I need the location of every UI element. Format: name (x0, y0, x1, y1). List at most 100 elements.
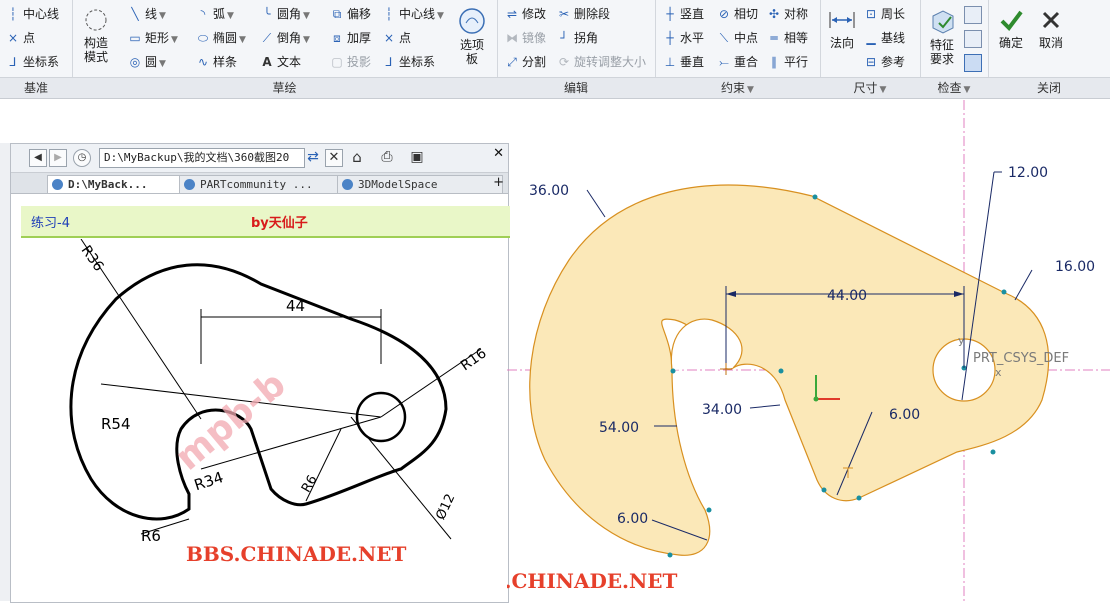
vertical-constraint-button[interactable]: ┼ 竖直 (663, 3, 704, 25)
address-input[interactable]: D:\MyBackup\我的文档\360截图20 (99, 148, 305, 168)
tab-partcommunity[interactable]: PARTcommunity ...✕ (179, 175, 351, 193)
group-constrain: ┼ 竖直 ⊘ 相切 ✣ 对称 ┼ 水平 ⟍ 中点 ═ 相等 ⊥ 垂直 ⤚ 重合 ∥ 平行 约束 ▼ (655, 0, 821, 98)
project-button[interactable]: ▢ 投影 (330, 51, 371, 73)
palette-icon (459, 8, 485, 34)
horizontal-icon: ┼ (666, 31, 674, 45)
thicken-button[interactable]: ⧈ 加厚 (330, 27, 371, 49)
inspect-option-2-icon[interactable] (964, 30, 982, 48)
new-tab-icon[interactable]: + (493, 175, 504, 190)
embedded-browser: ◀ ▶ ◷ D:\MyBackup\我的文档\360截图20 ⇄ ✕ ⌂ ⎙ ▣… (10, 143, 510, 603)
spline-icon: ∿ (197, 55, 209, 69)
back-icon[interactable]: ◀ (29, 149, 47, 167)
datum-csys-button[interactable]: ⅃ 坐标系 (6, 51, 59, 73)
thicken-icon: ⧈ (333, 31, 341, 45)
palette-button[interactable]: 选项板 (452, 6, 492, 66)
dim-6-left[interactable]: 6.00 (617, 511, 648, 527)
fillet-icon: ╰ (263, 7, 271, 21)
drawing-label-r54: R54 (101, 415, 131, 433)
baseline-button[interactable]: ▁ 基线 (864, 27, 905, 49)
chamfer-button[interactable]: ⟋ 倒角 ▼ (260, 27, 310, 49)
perimeter-button[interactable]: ⊡ 周长 (864, 3, 905, 25)
datum-centerline-button[interactable]: ┆ 中心线 (6, 3, 59, 25)
dim-16[interactable]: 16.00 (1055, 259, 1095, 275)
csys-axis-y: y (958, 334, 965, 347)
corner-button[interactable]: ┘ 拐角 (557, 27, 598, 49)
mirror-button[interactable]: ⧓ 镜像 (505, 27, 546, 49)
sketch-point-button[interactable]: × 点 (382, 27, 411, 49)
dim-12[interactable]: 12.00 (1008, 165, 1048, 181)
text-icon: A (262, 55, 272, 69)
ellipse-button[interactable]: ⬭ 椭圆 ▼ (196, 27, 246, 49)
horizontal-constraint-button[interactable]: ┼ 水平 (663, 27, 704, 49)
coincident-icon: ⤚ (719, 55, 729, 69)
divide-button[interactable]: ⤢ 分割 (505, 51, 546, 73)
save-icon[interactable]: ▣ (409, 149, 425, 165)
circle-button[interactable]: ◎ 圆 ▼ (128, 51, 166, 73)
globe-icon (342, 179, 353, 190)
inspect-option-3-icon[interactable] (964, 54, 982, 72)
normal-dimension-button[interactable]: 法向 (824, 6, 860, 50)
centerline-icon: ┆ (9, 7, 17, 21)
construction-mode-button[interactable]: 构造模式 (76, 6, 116, 64)
tab-local[interactable]: D:\MyBack... (47, 175, 193, 193)
sketch-csys-button[interactable]: ⅃ 坐标系 (382, 51, 435, 73)
dim-36[interactable]: 36.00 (529, 183, 569, 199)
feature-requirements-button[interactable]: 特征要求 (922, 6, 962, 66)
drawing-label-r6-inner: R6 (299, 473, 321, 495)
dim-44[interactable]: 44.00 (827, 288, 867, 304)
cancel-button[interactable]: 取消 (1034, 6, 1068, 50)
tab-3dmodelspace[interactable]: 3DModelSpace (337, 175, 503, 193)
drawing-watermark: BBS.CHINADE.NET (186, 542, 407, 566)
spline-button[interactable]: ∿ 样条 (196, 51, 237, 73)
print-icon[interactable]: ⎙ (379, 149, 395, 165)
delete-segment-icon: ✂ (558, 7, 570, 21)
dim-34[interactable]: 34.00 (702, 402, 742, 418)
inspect-option-1-icon[interactable] (964, 6, 982, 24)
ellipse-icon: ⬭ (197, 31, 209, 45)
group-label-dimension[interactable]: 尺寸 ▼ (820, 77, 920, 98)
rotate-resize-icon: ⟳ (558, 55, 570, 69)
group-label-edit: 编辑 (497, 77, 655, 98)
coincident-constraint-button[interactable]: ⤚ 重合 (717, 51, 758, 73)
centerline-icon: ┆ (385, 7, 393, 21)
close-browser-icon[interactable]: ✕ (493, 146, 504, 161)
tangent-constraint-button[interactable]: ⊘ 相切 (717, 3, 758, 25)
history-icon[interactable]: ◷ (73, 149, 91, 167)
vertical-icon: ┼ (666, 7, 674, 21)
group-label-inspect[interactable]: 检查 ▼ (920, 77, 988, 98)
sketch-centerline-button[interactable]: ┆ 中心线 ▼ (382, 3, 444, 25)
drawing-label-r36: R36 (78, 243, 107, 275)
feature-requirements-icon (932, 10, 954, 34)
ok-button[interactable]: 确定 (994, 6, 1028, 50)
modify-button[interactable]: ⇌ 修改 (505, 3, 546, 25)
dim-54[interactable]: 54.00 (599, 420, 639, 436)
midpoint-constraint-button[interactable]: ⟍ 中点 (717, 27, 758, 49)
fillet-button[interactable]: ╰ 圆角 ▼ (260, 3, 310, 25)
exercise-title: 练习-4 (31, 216, 70, 231)
group-label-constrain[interactable]: 约束 ▼ (655, 77, 820, 98)
text-button[interactable]: A 文本 (260, 51, 301, 73)
group-label-close: 关闭 (988, 77, 1110, 98)
symmetric-constraint-button[interactable]: ✣ 对称 (767, 3, 808, 25)
offset-icon: ⧉ (332, 7, 342, 21)
line-button[interactable]: ╲ 线 ▼ (128, 3, 166, 25)
offset-button[interactable]: ⧉ 偏移 (330, 3, 371, 25)
equal-constraint-button[interactable]: ═ 相等 (767, 27, 808, 49)
normal-dimension-icon (829, 12, 855, 28)
stop-icon[interactable]: ✕ (325, 149, 343, 167)
rotate-resize-button[interactable]: ⟳ 旋转调整大小 (557, 51, 646, 73)
delete-segment-button[interactable]: ✂ 删除段 (557, 3, 610, 25)
sketch-canvas[interactable]: 36.00 12.00 16.00 44.00 54.00 34.00 6.00… (507, 100, 1110, 601)
rectangle-button[interactable]: ▭ 矩形 ▼ (128, 27, 178, 49)
perpendicular-constraint-button[interactable]: ⊥ 垂直 (663, 51, 704, 73)
refresh-icon[interactable]: ⇄ (305, 149, 321, 165)
reference-button[interactable]: ⊟ 参考 (864, 51, 905, 73)
point-icon: × (7, 31, 19, 45)
parallel-constraint-button[interactable]: ∥ 平行 (767, 51, 808, 73)
datum-point-button[interactable]: × 点 (6, 27, 35, 49)
dim-6-right[interactable]: 6.00 (889, 407, 920, 423)
arc-button[interactable]: ◝ 弧 ▼ (196, 3, 234, 25)
line-icon: ╲ (131, 7, 139, 21)
forward-icon[interactable]: ▶ (49, 149, 67, 167)
home-icon[interactable]: ⌂ (349, 149, 365, 165)
